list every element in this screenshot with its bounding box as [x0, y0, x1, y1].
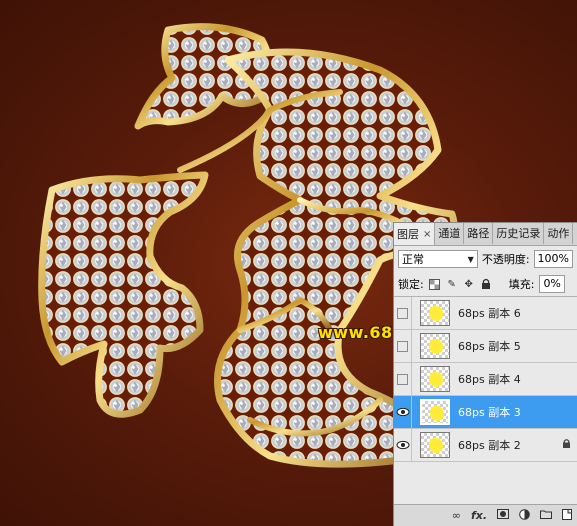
layer-name: 68ps 副本 4: [458, 373, 521, 386]
visibility-toggle[interactable]: [394, 329, 412, 363]
layer-thumbnail: [420, 432, 450, 458]
eye-icon: [396, 407, 409, 417]
lock-transparent-icon[interactable]: [429, 278, 441, 290]
layer-thumbnail: [420, 399, 450, 425]
link-icon[interactable]: ∞: [452, 509, 461, 522]
blend-mode-value: 正常: [402, 253, 424, 266]
panel-tab-bar: 图层 × 通道 路径 历史记录 动作: [394, 223, 577, 246]
eye-icon: [396, 440, 409, 450]
tab-history[interactable]: 历史记录: [493, 223, 545, 244]
layer-row[interactable]: 68ps 副本 2: [394, 428, 577, 462]
tab-label: 动作: [547, 227, 570, 240]
group-folder-icon[interactable]: [540, 509, 552, 522]
panel-footer: ∞ fx.: [394, 504, 577, 526]
layer-row-selected[interactable]: 68ps 副本 3: [394, 395, 577, 429]
layer-list: 68ps 副本 6 68ps 副本 5 68ps 副本 4 68ps 副本 3 …: [394, 296, 577, 462]
layer-name: 68ps 副本 2: [458, 439, 521, 452]
tab-label: 路径: [467, 227, 490, 240]
fill-input[interactable]: 0%: [539, 275, 565, 293]
layer-row[interactable]: 68ps 副本 6: [394, 296, 577, 330]
layer-name: 68ps 副本 3: [458, 406, 521, 419]
lock-move-icon[interactable]: ✥: [463, 278, 475, 290]
layer-name: 68ps 副本 6: [458, 307, 521, 320]
tab-label: 图层: [397, 227, 419, 241]
layer-thumbnail: [420, 366, 450, 392]
lock-brush-icon[interactable]: ✎: [446, 278, 458, 290]
opacity-label: 不透明度:: [481, 253, 530, 266]
layer-thumbnail: [420, 333, 450, 359]
tab-paths[interactable]: 路径: [464, 223, 494, 244]
layer-name: 68ps 副本 5: [458, 340, 521, 353]
mask-icon[interactable]: [497, 509, 509, 522]
empty-visibility-box: [397, 340, 408, 352]
empty-visibility-box: [397, 307, 408, 319]
tab-label: 历史记录: [496, 227, 541, 240]
adjustment-icon[interactable]: [519, 508, 530, 523]
blend-opacity-row: 正常 ▼ 不透明度: 100%: [394, 246, 577, 272]
visibility-toggle[interactable]: [394, 428, 412, 462]
blend-mode-select[interactable]: 正常 ▼: [398, 250, 478, 268]
tab-channels[interactable]: 通道: [435, 223, 465, 244]
new-layer-icon[interactable]: [562, 508, 572, 523]
close-icon[interactable]: ×: [423, 224, 431, 245]
layer-row[interactable]: 68ps 副本 4: [394, 362, 577, 396]
lock-label: 锁定:: [398, 278, 424, 291]
layer-thumbnail: [420, 300, 450, 326]
lock-all-icon[interactable]: [480, 278, 492, 290]
tab-label: 通道: [438, 227, 461, 240]
fx-icon[interactable]: fx.: [471, 509, 487, 522]
empty-visibility-box: [397, 373, 408, 385]
visibility-toggle[interactable]: [394, 395, 412, 429]
layer-lock-icon: [562, 438, 571, 452]
layers-panel: 图层 × 通道 路径 历史记录 动作 正常 ▼ 不透明度: 100% 锁定: ✎…: [393, 222, 577, 526]
tab-actions[interactable]: 动作: [544, 223, 574, 244]
chevron-down-icon: ▼: [467, 254, 474, 264]
layer-row[interactable]: 68ps 副本 5: [394, 329, 577, 363]
visibility-toggle[interactable]: [394, 362, 412, 396]
tab-layers[interactable]: 图层 ×: [394, 223, 436, 245]
opacity-input[interactable]: 100%: [533, 250, 573, 268]
fill-label: 填充:: [508, 278, 535, 291]
visibility-toggle[interactable]: [394, 296, 412, 330]
lock-fill-row: 锁定: ✎ ✥ 填充: 0%: [394, 272, 577, 297]
